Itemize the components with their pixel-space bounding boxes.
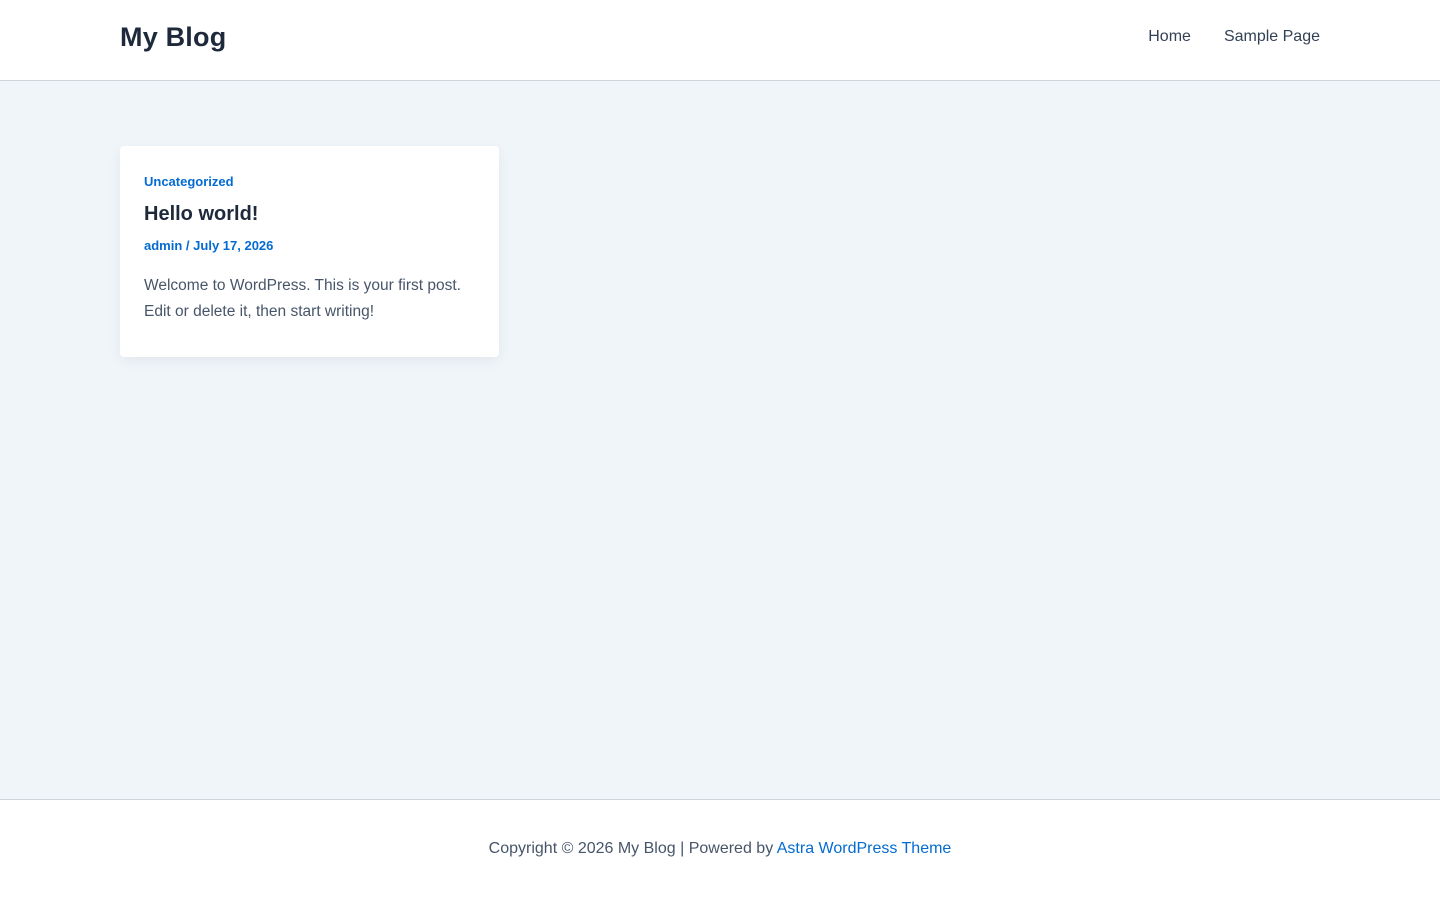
post-meta: admin / July 17, 2026 [144,238,475,253]
site-header: My Blog Home Sample Page [0,0,1440,81]
footer-copyright-text: Copyright © 2026 My Blog | Powered by [488,840,777,857]
post-title-link[interactable]: Hello world! [144,203,475,226]
post-excerpt: Welcome to WordPress. This is your first… [144,277,461,320]
post-category-link[interactable]: Uncategorized [144,174,475,189]
main-navigation: Home Sample Page [1148,28,1320,46]
nav-item-home[interactable]: Home [1148,28,1191,46]
nav-item-sample-page[interactable]: Sample Page [1224,28,1320,46]
post-card: Uncategorized Hello world! admin / July … [120,146,499,357]
content-area: Uncategorized Hello world! admin / July … [0,81,1440,799]
footer-theme-link[interactable]: Astra WordPress Theme [777,840,952,857]
post-date-link[interactable]: July 17, 2026 [193,238,273,253]
footer-copyright: Copyright © 2026 My Blog | Powered by As… [0,840,1440,858]
site-title-link[interactable]: My Blog [120,22,226,53]
site-footer: Copyright © 2026 My Blog | Powered by As… [0,799,1440,900]
post-author-link[interactable]: admin [144,238,182,253]
